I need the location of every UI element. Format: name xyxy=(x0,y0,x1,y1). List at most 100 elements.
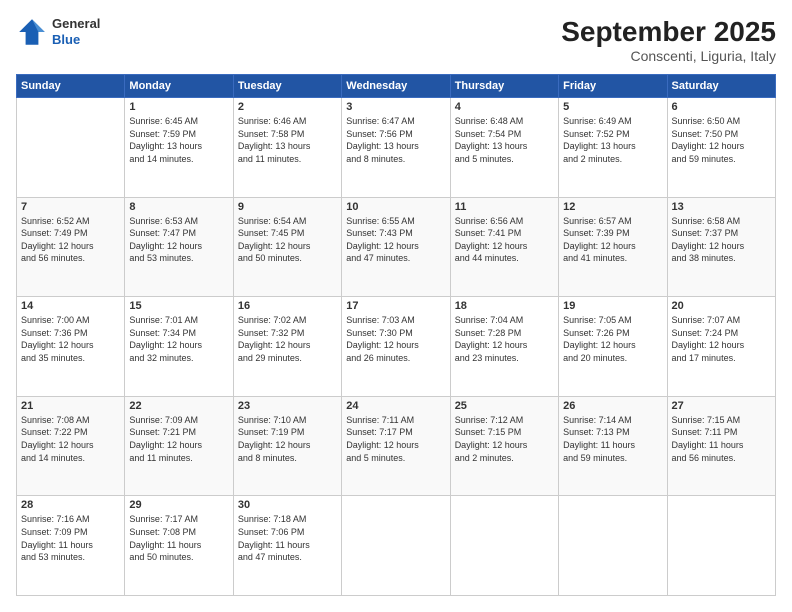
week-row-1: 1 Sunrise: 6:45 AMSunset: 7:59 PMDaylight… xyxy=(17,98,776,198)
day-number: 4 xyxy=(455,101,554,113)
calendar-cell xyxy=(559,496,667,596)
calendar-cell: 12 Sunrise: 6:57 AMSunset: 7:39 PMDayligh… xyxy=(559,197,667,297)
calendar-cell xyxy=(342,496,450,596)
day-of-week-thursday: Thursday xyxy=(450,75,558,98)
day-info: Sunrise: 7:16 AMSunset: 7:09 PMDaylight:… xyxy=(21,513,120,563)
day-info: Sunrise: 6:49 AMSunset: 7:52 PMDaylight:… xyxy=(563,115,662,165)
calendar-cell: 9Sunrise: 6:54 AMSunset: 7:45 PMDaylight… xyxy=(233,197,341,297)
day-number: 24 xyxy=(346,400,445,412)
day-info: Sunrise: 7:02 AMSunset: 7:32 PMDaylight:… xyxy=(238,314,337,364)
day-number: 25 xyxy=(455,400,554,412)
calendar-cell: 15 Sunrise: 7:01 AMSunset: 7:34 PMDayligh… xyxy=(125,297,233,397)
day-number: 11 xyxy=(455,201,554,213)
logo-text: General Blue xyxy=(52,16,100,47)
day-number: 14 xyxy=(21,300,120,312)
day-info: Sunrise: 6:55 AMSunset: 7:43 PMDaylight:… xyxy=(346,215,445,265)
calendar-cell: 16 Sunrise: 7:02 AMSunset: 7:32 PMDayligh… xyxy=(233,297,341,397)
day-number: 15 xyxy=(129,300,228,312)
calendar-cell xyxy=(17,98,125,198)
calendar-cell: 26 Sunrise: 7:14 AMSunset: 7:13 PMDayligh… xyxy=(559,396,667,496)
day-number: 17 xyxy=(346,300,445,312)
day-info: Sunrise: 7:15 AMSunset: 7:11 PMDaylight:… xyxy=(672,414,771,464)
day-info: Sunrise: 6:47 AMSunset: 7:56 PMDaylight:… xyxy=(346,115,445,165)
logo-general: General xyxy=(52,16,100,32)
day-number: 5 xyxy=(563,101,662,113)
calendar-cell: 6Sunrise: 6:50 AMSunset: 7:50 PMDaylight… xyxy=(667,98,775,198)
day-of-week-saturday: Saturday xyxy=(667,75,775,98)
day-info: Sunrise: 7:10 AMSunset: 7:19 PMDaylight:… xyxy=(238,414,337,464)
calendar-cell: 20 Sunrise: 7:07 AMSunset: 7:24 PMDayligh… xyxy=(667,297,775,397)
day-info: Sunrise: 6:53 AMSunset: 7:47 PMDaylight:… xyxy=(129,215,228,265)
day-number: 16 xyxy=(238,300,337,312)
day-number: 22 xyxy=(129,400,228,412)
calendar-cell: 23 Sunrise: 7:10 AMSunset: 7:19 PMDayligh… xyxy=(233,396,341,496)
calendar-cell: 1 Sunrise: 6:45 AMSunset: 7:59 PMDaylight… xyxy=(125,98,233,198)
logo: General Blue xyxy=(16,16,100,48)
calendar-cell: 10 Sunrise: 6:55 AMSunset: 7:43 PMDayligh… xyxy=(342,197,450,297)
day-of-week-friday: Friday xyxy=(559,75,667,98)
day-info: Sunrise: 6:52 AMSunset: 7:49 PMDaylight:… xyxy=(21,215,120,265)
calendar-cell: 27 Sunrise: 7:15 AMSunset: 7:11 PMDayligh… xyxy=(667,396,775,496)
day-info: Sunrise: 7:11 AMSunset: 7:17 PMDaylight:… xyxy=(346,414,445,464)
week-row-3: 14Sunrise: 7:00 AMSunset: 7:36 PMDayligh… xyxy=(17,297,776,397)
day-info: Sunrise: 7:14 AMSunset: 7:13 PMDaylight:… xyxy=(563,414,662,464)
day-of-week-tuesday: Tuesday xyxy=(233,75,341,98)
day-number: 23 xyxy=(238,400,337,412)
day-number: 27 xyxy=(672,400,771,412)
page: General Blue September 2025 Conscenti, L… xyxy=(0,0,792,612)
day-info: Sunrise: 7:03 AMSunset: 7:30 PMDaylight:… xyxy=(346,314,445,364)
day-of-week-wednesday: Wednesday xyxy=(342,75,450,98)
day-number: 7 xyxy=(21,201,120,213)
day-number: 18 xyxy=(455,300,554,312)
calendar-cell xyxy=(450,496,558,596)
day-number: 9 xyxy=(238,201,337,213)
day-info: Sunrise: 6:45 AMSunset: 7:59 PMDaylight:… xyxy=(129,115,228,165)
day-number: 28 xyxy=(21,499,120,511)
calendar-cell: 22 Sunrise: 7:09 AMSunset: 7:21 PMDayligh… xyxy=(125,396,233,496)
day-info: Sunrise: 7:18 AMSunset: 7:06 PMDaylight:… xyxy=(238,513,337,563)
calendar-cell: 25 Sunrise: 7:12 AMSunset: 7:15 PMDayligh… xyxy=(450,396,558,496)
day-info: Sunrise: 7:04 AMSunset: 7:28 PMDaylight:… xyxy=(455,314,554,364)
calendar-cell: 24 Sunrise: 7:11 AMSunset: 7:17 PMDayligh… xyxy=(342,396,450,496)
day-of-week-monday: Monday xyxy=(125,75,233,98)
logo-blue-text: Blue xyxy=(52,32,100,48)
calendar-cell: 19Sunrise: 7:05 AMSunset: 7:26 PMDayligh… xyxy=(559,297,667,397)
day-number: 26 xyxy=(563,400,662,412)
location: Conscenti, Liguria, Italy xyxy=(561,48,776,64)
calendar-cell: 29Sunrise: 7:17 AMSunset: 7:08 PMDayligh… xyxy=(125,496,233,596)
day-number: 20 xyxy=(672,300,771,312)
week-row-4: 21 Sunrise: 7:08 AMSunset: 7:22 PMDayligh… xyxy=(17,396,776,496)
calendar-cell: 18 Sunrise: 7:04 AMSunset: 7:28 PMDayligh… xyxy=(450,297,558,397)
day-number: 1 xyxy=(129,101,228,113)
day-info: Sunrise: 7:08 AMSunset: 7:22 PMDaylight:… xyxy=(21,414,120,464)
day-info: Sunrise: 7:09 AMSunset: 7:21 PMDaylight:… xyxy=(129,414,228,464)
calendar-cell: 30Sunrise: 7:18 AMSunset: 7:06 PMDayligh… xyxy=(233,496,341,596)
calendar-cell: 2Sunrise: 6:46 AMSunset: 7:58 PMDaylight… xyxy=(233,98,341,198)
calendar-header-row: SundayMondayTuesdayWednesdayThursdayFrid… xyxy=(17,75,776,98)
month-title: September 2025 xyxy=(561,16,776,48)
day-number: 10 xyxy=(346,201,445,213)
calendar-cell: 28 Sunrise: 7:16 AMSunset: 7:09 PMDayligh… xyxy=(17,496,125,596)
calendar-cell: 4 Sunrise: 6:48 AMSunset: 7:54 PMDaylight… xyxy=(450,98,558,198)
day-info: Sunrise: 6:56 AMSunset: 7:41 PMDaylight:… xyxy=(455,215,554,265)
day-number: 19 xyxy=(563,300,662,312)
title-block: September 2025 Conscenti, Liguria, Italy xyxy=(561,16,776,64)
day-info: Sunrise: 7:01 AMSunset: 7:34 PMDaylight:… xyxy=(129,314,228,364)
week-row-2: 7 Sunrise: 6:52 AMSunset: 7:49 PMDaylight… xyxy=(17,197,776,297)
day-number: 29 xyxy=(129,499,228,511)
day-number: 2 xyxy=(238,101,337,113)
calendar-cell: 13Sunrise: 6:58 AMSunset: 7:37 PMDayligh… xyxy=(667,197,775,297)
calendar-cell: 11 Sunrise: 6:56 AMSunset: 7:41 PMDayligh… xyxy=(450,197,558,297)
day-info: Sunrise: 6:57 AMSunset: 7:39 PMDaylight:… xyxy=(563,215,662,265)
day-info: Sunrise: 6:58 AMSunset: 7:37 PMDaylight:… xyxy=(672,215,771,265)
header: General Blue September 2025 Conscenti, L… xyxy=(16,16,776,64)
day-number: 12 xyxy=(563,201,662,213)
day-number: 21 xyxy=(21,400,120,412)
day-info: Sunrise: 7:12 AMSunset: 7:15 PMDaylight:… xyxy=(455,414,554,464)
calendar-cell: 21 Sunrise: 7:08 AMSunset: 7:22 PMDayligh… xyxy=(17,396,125,496)
day-info: Sunrise: 7:07 AMSunset: 7:24 PMDaylight:… xyxy=(672,314,771,364)
calendar-cell: 3Sunrise: 6:47 AMSunset: 7:56 PMDaylight… xyxy=(342,98,450,198)
logo-icon xyxy=(16,16,48,48)
day-info: Sunrise: 6:48 AMSunset: 7:54 PMDaylight:… xyxy=(455,115,554,165)
calendar-cell xyxy=(667,496,775,596)
